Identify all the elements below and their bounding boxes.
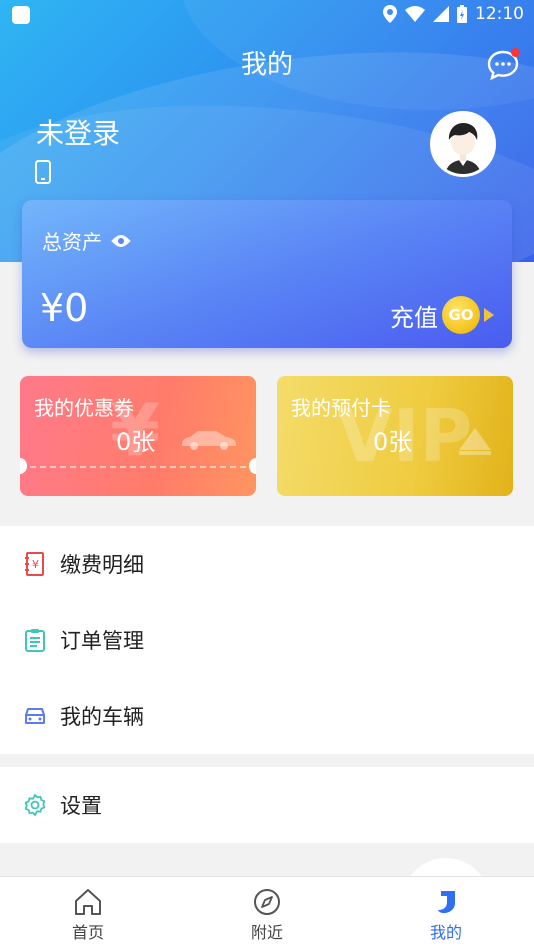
tab-mine[interactable]: 我的 bbox=[406, 885, 486, 943]
bottom-nav: 首页 附近 我的 bbox=[0, 876, 534, 950]
login-status[interactable]: 未登录 bbox=[36, 112, 120, 152]
unread-dot bbox=[511, 48, 520, 57]
tab-home-label: 首页 bbox=[71, 923, 104, 942]
menu-item-my-vehicles[interactable]: 我的车辆 bbox=[0, 678, 534, 754]
asset-label-row: 总资产 bbox=[42, 226, 132, 255]
asset-label: 总资产 bbox=[42, 230, 102, 254]
car-icon bbox=[22, 703, 48, 729]
menu-group-settings: 设置 bbox=[0, 767, 534, 843]
page-title: 我的 bbox=[240, 50, 293, 80]
signal-icon bbox=[433, 6, 449, 22]
avatar[interactable] bbox=[430, 111, 496, 177]
car-icon bbox=[182, 431, 236, 450]
home-icon bbox=[48, 885, 128, 919]
menu-item-label: 我的车辆 bbox=[60, 705, 144, 729]
go-badge: GO bbox=[442, 296, 480, 334]
status-icons: 12:10 bbox=[383, 4, 524, 24]
menu-item-label: 缴费明细 bbox=[60, 553, 144, 577]
eye-icon[interactable] bbox=[110, 234, 132, 248]
menu-item-label: 设置 bbox=[60, 794, 102, 818]
status-bar: 12:10 bbox=[0, 0, 534, 30]
clipboard-icon bbox=[22, 627, 48, 653]
coupon-card[interactable]: ¥ 我的优惠券 0张 bbox=[20, 376, 256, 496]
coupon-count: 0张 bbox=[116, 428, 156, 456]
prepaid-count: 0张 bbox=[373, 428, 413, 456]
phone-icon bbox=[35, 160, 51, 188]
asset-card[interactable]: 总资产 ¥0 充值 GO bbox=[22, 200, 512, 348]
svg-text:¥: ¥ bbox=[32, 558, 39, 571]
message-button[interactable] bbox=[486, 48, 520, 82]
tab-nearby-label: 附近 bbox=[250, 923, 283, 942]
ticket-divider bbox=[20, 466, 256, 468]
asset-value: ¥0 bbox=[40, 286, 89, 330]
battery-icon bbox=[457, 5, 467, 23]
user-drop-icon bbox=[406, 885, 486, 919]
recharge-button[interactable]: 充值 GO bbox=[390, 296, 494, 334]
crown-icon bbox=[459, 428, 491, 455]
prepaid-title: 我的预付卡 bbox=[291, 396, 391, 420]
status-time: 12:10 bbox=[475, 4, 524, 24]
avatar-person-icon bbox=[433, 114, 493, 174]
prepaid-card[interactable]: VIP 我的预付卡 0张 bbox=[277, 376, 513, 496]
menu-item-payment-details[interactable]: ¥ 缴费明细 bbox=[0, 526, 534, 602]
menu-item-label: 订单管理 bbox=[60, 629, 144, 653]
compass-icon bbox=[227, 885, 307, 919]
ticket-notch bbox=[249, 458, 256, 474]
menu-item-orders[interactable]: 订单管理 bbox=[0, 602, 534, 678]
tab-home[interactable]: 首页 bbox=[48, 885, 128, 943]
tab-nearby[interactable]: 附近 bbox=[227, 885, 307, 943]
wifi-icon bbox=[405, 6, 425, 22]
recharge-label: 充值 bbox=[390, 303, 438, 332]
coupon-title: 我的优惠券 bbox=[34, 396, 134, 420]
notification-icon bbox=[12, 6, 30, 24]
receipt-icon: ¥ bbox=[22, 551, 48, 577]
menu-group-main: ¥ 缴费明细 订单管理 我的车辆 bbox=[0, 526, 534, 754]
ticket-notch bbox=[20, 458, 27, 474]
arrow-right-icon bbox=[484, 308, 494, 322]
gear-icon bbox=[22, 792, 48, 818]
menu-item-settings[interactable]: 设置 bbox=[0, 767, 534, 843]
tab-mine-label: 我的 bbox=[429, 923, 462, 942]
location-icon bbox=[383, 5, 397, 23]
